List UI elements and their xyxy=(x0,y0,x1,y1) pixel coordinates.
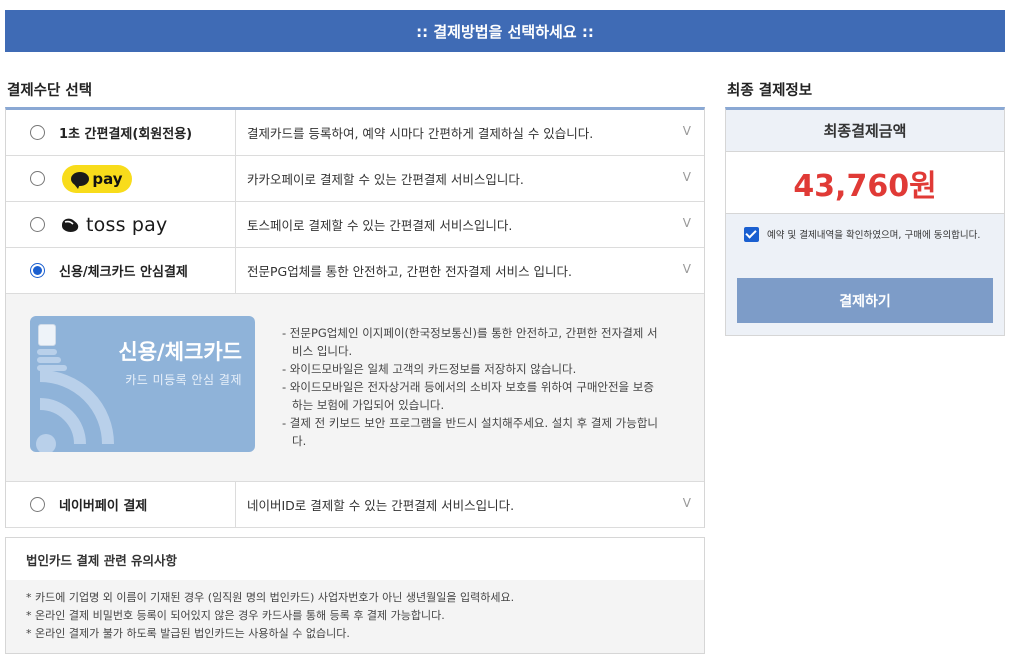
card-title: 신용/체크카드 xyxy=(118,340,242,364)
method-description: 결제카드를 등록하여, 예약 시마다 간편하게 결제하실 수 있습니다. xyxy=(247,126,594,141)
quickpay-radio[interactable] xyxy=(30,125,45,140)
naverpay-radio[interactable] xyxy=(30,497,45,512)
chevron-down-icon[interactable]: V xyxy=(683,124,691,138)
chevron-down-icon[interactable]: V xyxy=(683,262,691,276)
corporate-notice-line: * 온라인 결제 비밀번호 등록이 되어있지 않은 경우 카드사를 통해 등록 … xyxy=(26,609,445,622)
kakaopay-logo-text: pay xyxy=(92,169,123,188)
page-banner: :: 결제방법을 선택하세요 :: xyxy=(5,10,1005,52)
card-note: - 결제 전 키보드 보안 프로그램을 반드시 설치해주세요. 설치 후 결제 … xyxy=(282,416,658,448)
method-row-kakaopay[interactable]: pay 카카오페이로 결제할 수 있는 간편결제 서비스입니다. V xyxy=(6,156,704,202)
card-note: - 와이드모바일은 일체 고객의 카드정보를 저장하지 않습니다. xyxy=(282,362,577,376)
method-description: 전문PG업체를 통한 안전하고, 간편한 전자결제 서비스 입니다. xyxy=(247,264,573,279)
card-note: - 전문PG업체인 이지페이(한국정보통신)를 통한 안전하고, 간편한 전자결… xyxy=(282,326,658,358)
method-row-tosspay[interactable]: toss pay 토스페이로 결제할 수 있는 간편결제 서비스입니다. V xyxy=(6,202,704,248)
tosspay-radio[interactable] xyxy=(30,217,45,232)
toss-mark-icon xyxy=(62,218,79,232)
payment-method-list: 1초 간편결제(회원전용) 결제카드를 등록하여, 예약 시마다 간편하게 결제… xyxy=(5,107,705,528)
card-detail-panel: 신용/체크카드 카드 미등록 안심 결제 - 전문PG업체인 이지페이(한국정보… xyxy=(6,294,704,482)
card-note: - 와이드모바일은 전자상거래 등에서의 소비자 보호를 위하여 구매안전을 보… xyxy=(282,380,654,412)
method-label: 신용/체크카드 안심결제 xyxy=(59,265,188,280)
corporate-notice-body: * 카드에 기업명 외 이름이 기재된 경우 (임직원 명의 법인카드) 사업자… xyxy=(6,580,704,653)
summary-section-title: 최종 결제정보 xyxy=(727,83,813,99)
tosspay-logo-text: toss pay xyxy=(86,213,168,236)
pay-button[interactable]: 결제하기 xyxy=(737,278,993,323)
method-description: 카카오페이로 결제할 수 있는 간편결제 서비스입니다. xyxy=(247,172,524,187)
kakaopay-radio[interactable] xyxy=(30,171,45,186)
agreement-row[interactable]: 예약 및 결제내역을 확인하였으며, 구매에 동의합니다. xyxy=(726,214,1004,242)
chevron-down-icon[interactable]: V xyxy=(683,170,691,184)
payment-summary-panel: 최종결제금액 43,760원 예약 및 결제내역을 확인하였으며, 구매에 동의… xyxy=(725,107,1005,336)
methods-section-title: 결제수단 선택 xyxy=(7,83,93,99)
method-row-card[interactable]: 신용/체크카드 안심결제 전문PG업체를 통한 안전하고, 간편한 전자결제 서… xyxy=(6,248,704,294)
card-notes: - 전문PG업체인 이지페이(한국정보통신)를 통한 안전하고, 간편한 전자결… xyxy=(282,324,662,450)
card-radio[interactable] xyxy=(30,263,45,278)
kakaopay-logo: pay xyxy=(62,164,132,193)
credit-card-illustration: 신용/체크카드 카드 미등록 안심 결제 xyxy=(30,316,255,452)
agreement-checkbox[interactable] xyxy=(744,227,759,242)
final-amount-heading: 최종결제금액 xyxy=(726,110,1004,152)
card-chip-icon xyxy=(38,324,56,346)
card-subtitle: 카드 미등록 안심 결제 xyxy=(125,373,242,387)
corporate-notice-line: * 카드에 기업명 외 이름이 기재된 경우 (임직원 명의 법인카드) 사업자… xyxy=(26,591,515,604)
corporate-notice-title: 법인카드 결제 관련 유의사항 xyxy=(26,552,178,568)
speech-bubble-icon xyxy=(71,171,90,189)
method-row-naverpay[interactable]: 네이버페이 결제 네이버ID로 결제할 수 있는 간편결제 서비스입니다. V xyxy=(6,482,704,528)
chevron-down-icon[interactable]: V xyxy=(683,496,691,510)
chevron-down-icon[interactable]: V xyxy=(683,216,691,230)
method-label: 1초 간편결제(회원전용) xyxy=(59,127,193,142)
final-amount: 43,760원 xyxy=(726,152,1004,214)
corporate-card-notice: 법인카드 결제 관련 유의사항 * 카드에 기업명 외 이름이 기재된 경우 (… xyxy=(5,537,705,654)
corporate-notice-line: * 온라인 결제가 불가 하도록 발급된 법인카드는 사용하실 수 없습니다. xyxy=(26,627,350,640)
agreement-text: 예약 및 결제내역을 확인하였으며, 구매에 동의합니다. xyxy=(767,230,981,241)
method-description: 네이버ID로 결제할 수 있는 간편결제 서비스입니다. xyxy=(247,498,515,513)
method-description: 토스페이로 결제할 수 있는 간편결제 서비스입니다. xyxy=(247,218,513,233)
method-label: 네이버페이 결제 xyxy=(59,499,148,514)
tosspay-logo: toss pay xyxy=(59,214,167,236)
method-row-quickpay[interactable]: 1초 간편결제(회원전용) 결제카드를 등록하여, 예약 시마다 간편하게 결제… xyxy=(6,110,704,156)
